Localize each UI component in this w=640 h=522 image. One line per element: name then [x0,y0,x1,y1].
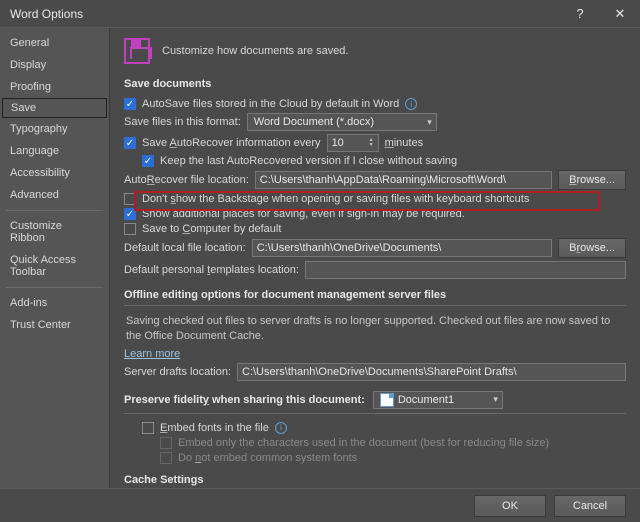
checkbox-show-additional[interactable]: ✓ [124,208,136,220]
label-show-additional: Show additional places for saving, even … [142,208,465,220]
label-save-format: Save files in this format: [124,116,241,128]
sidebar-item-display[interactable]: Display [0,54,109,76]
input-autorecover-minutes[interactable]: 10 ▲▼ [327,134,379,152]
label-autorecover-post: minutes [385,137,424,149]
sidebar-item-quick-access-toolbar[interactable]: Quick Access Toolbar [0,249,109,283]
sidebar-separator [6,287,103,288]
page-subtitle: Customize how documents are saved. [162,45,348,57]
dropdown-preserve-document[interactable]: Document1 ▾ [373,391,503,409]
sidebar-item-trust-center[interactable]: Trust Center [0,314,109,336]
browse-default-local-button[interactable]: Browse... [558,238,626,258]
chevron-down-icon: ▾ [427,117,432,128]
label-keep-last: Keep the last AutoRecovered version if I… [160,155,457,167]
dialog-footer: OK Cancel [0,488,640,522]
section-preserve-fidelity: Preserve fidelity when sharing this docu… [124,391,626,414]
checkbox-embed-only [160,437,172,449]
sidebar-item-general[interactable]: General [0,32,109,54]
browse-autorecover-button[interactable]: Browse... [558,170,626,190]
sidebar-item-advanced[interactable]: Advanced [0,184,109,206]
title-bar: Word Options ? ✕ [0,0,640,28]
checkbox-autosave-cloud[interactable]: ✓ [124,98,136,110]
checkbox-embed-fonts[interactable] [142,422,154,434]
input-default-local[interactable]: C:\Users\thanh\OneDrive\Documents\ [252,239,552,257]
ok-button[interactable]: OK [474,495,546,517]
document-icon [380,393,394,407]
sidebar-item-typography[interactable]: Typography [0,118,109,140]
label-default-local: Default local file location: [124,242,246,254]
label-autorecover-location: AutoRecover file location: [124,174,249,186]
cancel-button[interactable]: Cancel [554,495,626,517]
info-icon[interactable]: i [275,422,287,434]
sidebar-item-save[interactable]: Save [2,98,107,118]
label-save-to-computer: Save to Computer by default [142,223,281,235]
save-icon [124,38,150,64]
input-default-templates[interactable] [305,261,626,279]
label-autorecover-pre: Save AutoRecover information every [142,137,321,149]
window-title: Word Options [10,7,83,21]
label-embed-fonts: Embed fonts in the file [160,422,269,434]
close-button[interactable]: ✕ [600,0,640,28]
checkbox-save-to-computer[interactable] [124,223,136,235]
checkbox-dont-show-backstage[interactable] [124,193,136,205]
label-dont-show-backstage: Don't show the Backstage when opening or… [142,193,529,205]
input-autorecover-location[interactable]: C:\Users\thanh\AppData\Roaming\Microsoft… [255,171,552,189]
sidebar-item-add-ins[interactable]: Add-ins [0,292,109,314]
sidebar-separator [6,210,103,211]
sidebar-item-language[interactable]: Language [0,140,109,162]
label-embed-only: Embed only the characters used in the do… [178,437,549,449]
help-button[interactable]: ? [560,0,600,28]
checkbox-keep-last[interactable]: ✓ [142,155,154,167]
category-sidebar: GeneralDisplayProofingSaveTypographyLang… [0,28,110,488]
section-offline: Offline editing options for document man… [124,289,626,306]
link-learn-more[interactable]: Learn more [124,348,180,360]
dropdown-save-format[interactable]: Word Document (*.docx) ▾ [247,113,437,131]
label-autosave-cloud: AutoSave files stored in the Cloud by de… [142,98,399,110]
label-do-not-embed: Do not embed common system fonts [178,452,357,464]
offline-note: Saving checked out files to server draft… [126,314,626,345]
section-save-documents: Save documents [124,78,626,90]
options-content: Customize how documents are saved. Save … [110,28,640,488]
section-cache: Cache Settings [124,474,626,488]
input-server-drafts[interactable]: C:\Users\thanh\OneDrive\Documents\ShareP… [237,363,626,381]
checkbox-do-not-embed [160,452,172,464]
label-default-templates: Default personal templates location: [124,264,299,276]
checkbox-autorecover[interactable]: ✓ [124,137,136,149]
sidebar-item-proofing[interactable]: Proofing [0,76,109,98]
sidebar-item-customize-ribbon[interactable]: Customize Ribbon [0,215,109,249]
label-server-drafts: Server drafts location: [124,366,231,378]
sidebar-item-accessibility[interactable]: Accessibility [0,162,109,184]
chevron-down-icon: ▾ [493,394,498,405]
info-icon[interactable]: i [405,98,417,110]
